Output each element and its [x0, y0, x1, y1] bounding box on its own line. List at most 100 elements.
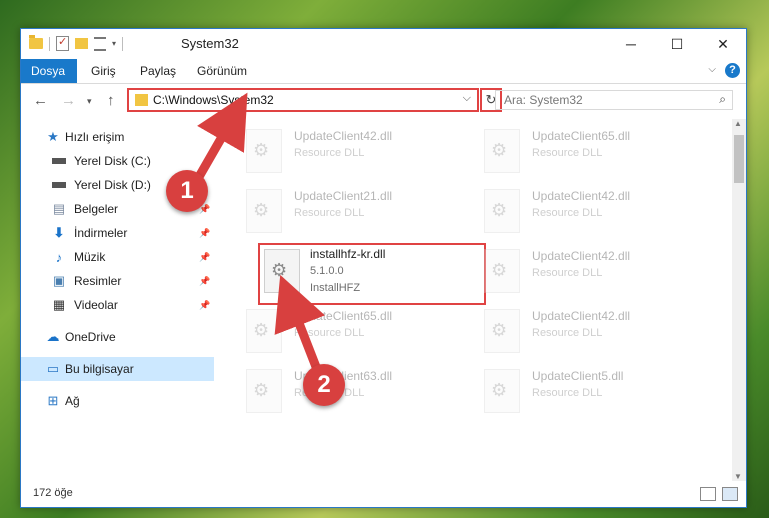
file-description: Resource DLL: [532, 267, 603, 279]
scroll-down-icon[interactable]: ▼: [734, 472, 742, 481]
file-description: Resource DLL: [294, 147, 365, 159]
recent-locations-icon[interactable]: ▾: [87, 96, 92, 107]
sidebar-item-label: OneDrive: [65, 330, 116, 344]
cloud-icon: ☁: [46, 329, 60, 344]
search-icon[interactable]: ⌕: [719, 92, 726, 107]
network-icon: ⊞: [47, 393, 59, 408]
vertical-scrollbar[interactable]: ▲ ▼: [732, 119, 746, 481]
documents-icon: ▤: [52, 201, 66, 216]
close-button[interactable]: ✕: [700, 29, 746, 59]
step-1-badge: 1: [166, 170, 208, 212]
title-bar: ▾ System32 ─ ☐ ✕: [21, 29, 746, 59]
scroll-up-icon[interactable]: ▲: [734, 119, 742, 128]
expand-ribbon-icon[interactable]: ⌵: [708, 64, 716, 75]
pin-icon[interactable]: 📌: [199, 276, 210, 287]
sidebar-item-downloads[interactable]: ⬇ İndirmeler 📌: [21, 221, 214, 245]
sidebar-item-this-pc[interactable]: ▭ Bu bilgisayar: [21, 357, 214, 381]
file-name: UpdateClient42.dll: [532, 309, 631, 323]
forward-arrow-icon[interactable]: →: [61, 92, 76, 109]
file-item[interactable]: ⚙ UpdateClient42.dll Resource DLL: [478, 305, 708, 365]
file-name: UpdateClient65.dll: [532, 129, 631, 143]
tab-dosya[interactable]: Dosya: [21, 59, 77, 83]
explorer-window: ▾ System32 ─ ☐ ✕ Dosya Giriş Paylaş Görü…: [20, 28, 747, 508]
search-input[interactable]: Ara: System32 ⌕: [495, 90, 733, 110]
sidebar-item-label: İndirmeler: [74, 226, 128, 240]
file-item[interactable]: ⚙ UpdateClient42.dll Resource DLL: [478, 245, 708, 305]
up-arrow-icon[interactable]: ↑: [107, 92, 115, 109]
file-name: UpdateClient42.dll: [532, 249, 631, 263]
dll-file-icon: ⚙: [484, 189, 520, 233]
quick-access-toolbar: ▾: [29, 35, 124, 51]
file-item[interactable]: ⚙ UpdateClient65.dll Resource DLL: [240, 305, 470, 365]
file-list: ⚙ UpdateClient42.dll Resource DLL ⚙ Upda…: [234, 119, 731, 481]
search-placeholder: Ara: System32: [504, 93, 583, 107]
new-folder-icon[interactable]: [75, 38, 88, 49]
tab-giris[interactable]: Giriş: [81, 59, 126, 83]
pin-icon[interactable]: 📌: [199, 252, 210, 263]
view-icon[interactable]: [94, 36, 106, 51]
item-count: 172 öğe: [33, 487, 73, 499]
maximize-button[interactable]: ☐: [654, 29, 700, 59]
sidebar-item-pictures[interactable]: ▣ Resimler 📌: [21, 269, 214, 293]
dll-file-icon: ⚙: [246, 189, 282, 233]
file-item[interactable]: ⚙ UpdateClient5.dll Resource DLL: [478, 365, 708, 425]
file-name: UpdateClient42.dll: [532, 189, 631, 203]
navigation-bar: ← → ▾ ↑ C:\Windows\System32 ⌵ ↻ Ara: Sys…: [21, 84, 746, 118]
file-description: InstallHFZ: [310, 282, 361, 294]
large-icons-view-icon[interactable]: [722, 487, 738, 501]
properties-icon[interactable]: [56, 35, 69, 51]
videos-icon: ▦: [52, 297, 66, 312]
drive-icon: [51, 154, 67, 168]
dll-file-icon: ⚙: [484, 249, 520, 293]
file-item[interactable]: ⚙ UpdateClient42.dll Resource DLL: [240, 125, 470, 185]
file-name: installhfz-kr.dll: [310, 247, 386, 261]
sidebar-item-label: Bu bilgisayar: [65, 362, 134, 376]
computer-icon: ▭: [46, 361, 60, 376]
file-name: UpdateClient21.dll: [294, 189, 393, 203]
pin-icon[interactable]: 📌: [199, 228, 210, 239]
help-icon[interactable]: ?: [725, 63, 740, 78]
file-item[interactable]: ⚙ UpdateClient42.dll Resource DLL: [478, 185, 708, 245]
sidebar-item-music[interactable]: ♪ Müzik 📌: [21, 245, 214, 269]
tab-paylas[interactable]: Paylaş: [130, 59, 186, 83]
dll-file-icon: ⚙: [246, 369, 282, 413]
sidebar-item-quick-access[interactable]: ★ Hızlı erişim: [21, 125, 214, 149]
address-path[interactable]: C:\Windows\System32: [153, 93, 274, 107]
file-item[interactable]: ⚙ UpdateClient21.dll Resource DLL: [240, 185, 470, 245]
sidebar-item-label: Ağ: [65, 394, 80, 408]
minimize-button[interactable]: ─: [608, 29, 654, 59]
dll-file-icon: ⚙: [246, 309, 282, 353]
sidebar-item-videos[interactable]: ▦ Videolar 📌: [21, 293, 214, 317]
file-item-selected[interactable]: ⚙ installhfz-kr.dll 5.1.0.0 InstallHFZ: [258, 243, 486, 305]
file-description: Resource DLL: [532, 207, 603, 219]
file-description: Resource DLL: [532, 147, 603, 159]
file-name: UpdateClient42.dll: [294, 129, 393, 143]
file-description: Resource DLL: [532, 387, 603, 399]
file-item[interactable]: ⚙ UpdateClient63.dll Resource DLL: [240, 365, 470, 425]
sidebar-item-label: Yerel Disk (D:): [74, 178, 151, 192]
step-2-badge: 2: [303, 364, 345, 406]
scrollbar-thumb[interactable]: [734, 135, 744, 183]
sidebar-item-onedrive[interactable]: ☁ OneDrive: [21, 325, 214, 349]
file-name: UpdateClient5.dll: [532, 369, 624, 383]
file-item[interactable]: ⚙ UpdateClient65.dll Resource DLL: [478, 125, 708, 185]
download-icon: ⬇: [53, 225, 65, 240]
chevron-down-icon[interactable]: ▾: [112, 39, 116, 48]
pin-icon[interactable]: 📌: [199, 300, 210, 311]
address-bar[interactable]: C:\Windows\System32 ⌵: [127, 88, 479, 112]
details-view-icon[interactable]: [700, 487, 716, 501]
toolbar-separator: [49, 36, 50, 51]
tab-gorunum[interactable]: Görünüm: [187, 59, 257, 83]
folder-icon: [29, 35, 43, 49]
back-arrow-icon[interactable]: ←: [33, 92, 48, 109]
sidebar-item-label: Yerel Disk (C:): [74, 154, 151, 168]
chevron-down-icon[interactable]: ⌵: [463, 92, 471, 105]
sidebar-item-label: Müzik: [74, 250, 106, 264]
file-description: Resource DLL: [294, 327, 365, 339]
sidebar-item-label: Videolar: [74, 298, 118, 312]
sidebar-item-label: Hızlı erişim: [65, 130, 125, 144]
drive-icon: [51, 178, 67, 192]
status-bar: 172 öğe: [21, 481, 746, 507]
ribbon-tabs: Dosya Giriş Paylaş Görünüm ⌵ ?: [21, 59, 746, 84]
sidebar-item-network[interactable]: ⊞ Ağ: [21, 389, 214, 413]
